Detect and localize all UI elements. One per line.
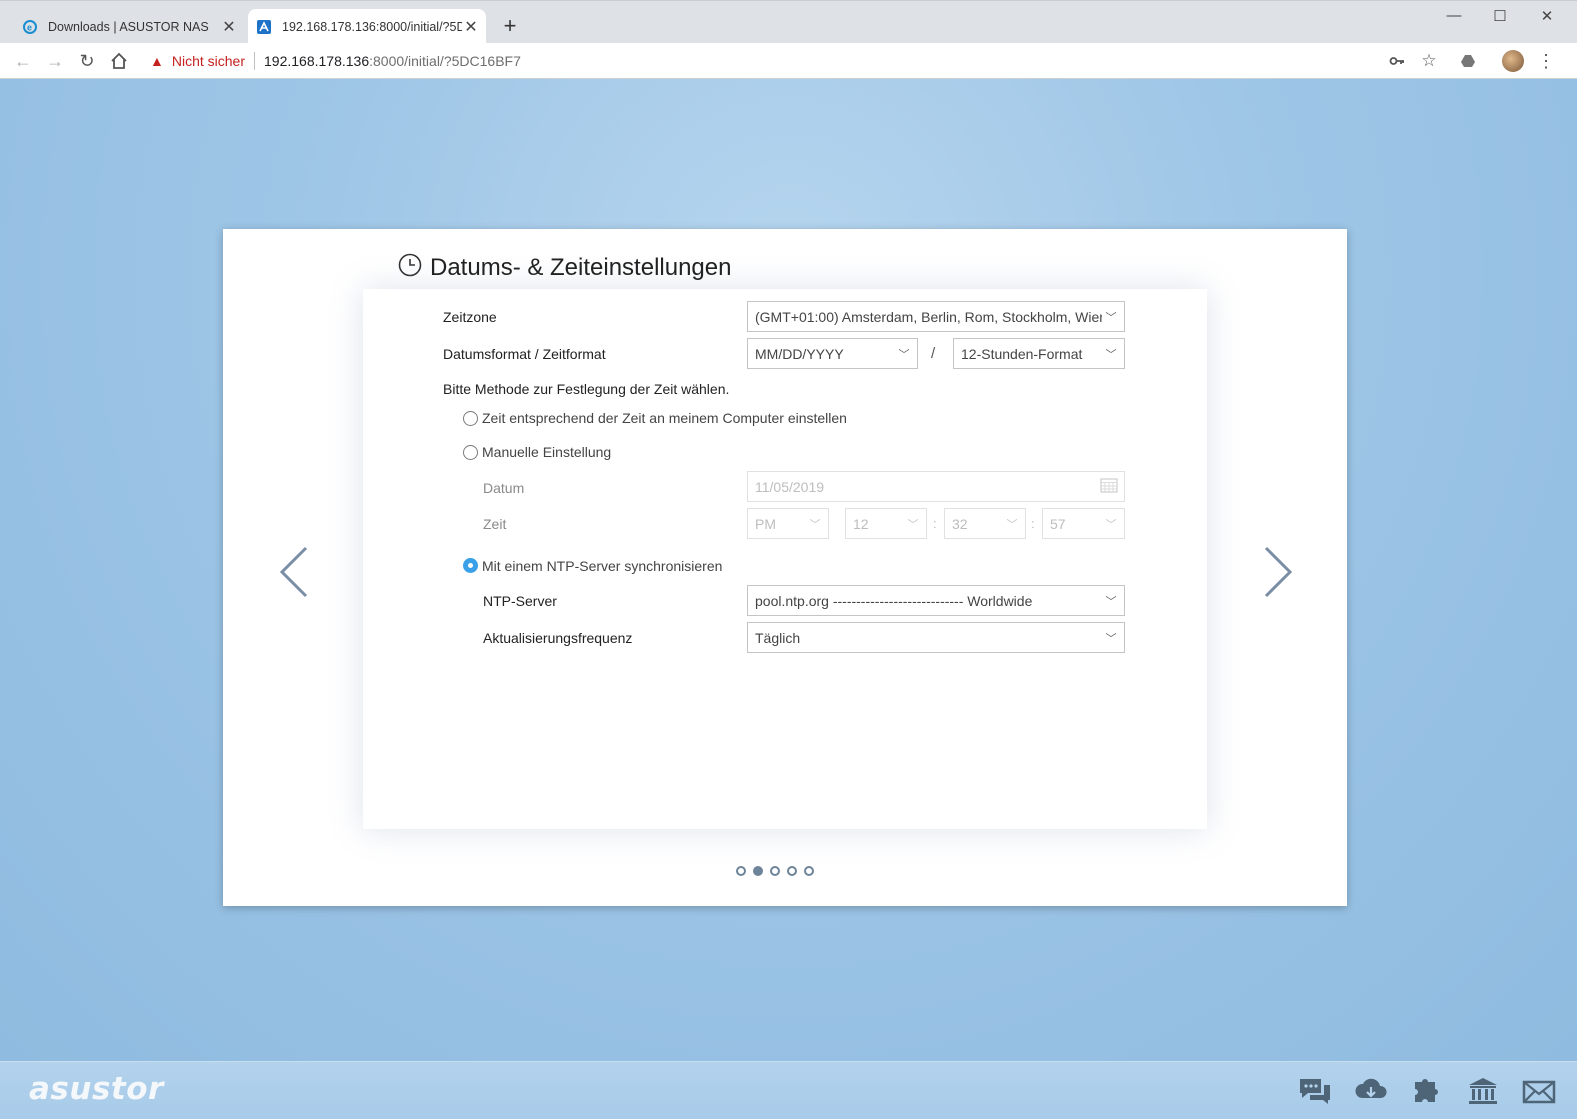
next-arrow-icon[interactable] <box>1256 544 1296 600</box>
time-format-select[interactable]: 12-Stunden-Format ﹀ <box>953 338 1125 369</box>
date-value: 11/05/2019 <box>755 478 825 495</box>
page-title: Datums- & Zeiteinstellungen <box>430 253 732 281</box>
time-colon: : <box>1031 516 1035 531</box>
format-label: Datumsformat / Zeitformat <box>443 346 606 362</box>
time-colon: : <box>933 516 937 531</box>
ntp-server-select[interactable]: pool.ntp.org ---------------------------… <box>747 585 1125 616</box>
puzzle-icon[interactable] <box>1409 1076 1445 1106</box>
tab-label: Downloads | ASUSTOR NAS <box>48 19 209 34</box>
second-value: 57 <box>1050 515 1066 532</box>
minimize-icon[interactable]: — <box>1437 7 1471 29</box>
prev-arrow-icon[interactable] <box>276 544 316 600</box>
asustor-logo: asustor <box>29 1071 164 1107</box>
chevron-down-icon: ﹀ <box>1105 518 1117 531</box>
time-label: Zeit <box>483 516 507 532</box>
close-window-icon[interactable]: ✕ <box>1530 7 1564 29</box>
drive-extension-icon[interactable] <box>1457 50 1479 72</box>
close-tab-icon[interactable]: ✕ <box>462 17 480 37</box>
timezone-label: Zeitzone <box>443 309 497 325</box>
page-dot[interactable] <box>770 866 780 876</box>
mail-icon[interactable] <box>1521 1076 1557 1106</box>
footer-bar: asustor <box>0 1061 1577 1119</box>
hour-select[interactable]: 12 ﹀ <box>845 508 927 539</box>
home-icon[interactable] <box>107 49 131 73</box>
wizard-card: Datums- & Zeiteinstellungen Zeitzone (GM… <box>223 229 1347 906</box>
chevron-down-icon: ﹀ <box>1105 595 1117 608</box>
ampm-select[interactable]: PM ﹀ <box>747 508 829 539</box>
back-icon[interactable]: ← <box>11 49 35 73</box>
radio-ntp-label[interactable]: Mit einem NTP-Server synchronisieren <box>482 558 722 574</box>
wizard-header: Datums- & Zeiteinstellungen <box>398 253 731 282</box>
calendar-icon[interactable] <box>1098 477 1120 496</box>
bank-icon[interactable] <box>1465 1076 1501 1106</box>
ie-favicon-icon: e <box>22 19 38 35</box>
asustor-favicon-icon <box>256 19 272 35</box>
browser-toolbar: ← → ↻ ▲ Nicht sicher 192.168.178.136 :80… <box>0 43 1577 79</box>
method-prompt: Bitte Methode zur Festlegung der Zeit wä… <box>443 381 730 397</box>
url-host: 192.168.178.136 <box>264 53 370 69</box>
page-dot[interactable] <box>804 866 814 876</box>
browser-tabbar: e Downloads | ASUSTOR NAS ✕ 192.168.178.… <box>0 0 1577 44</box>
chat-icon[interactable] <box>1297 1076 1333 1106</box>
warning-icon: ▲ <box>150 53 164 69</box>
update-frequency-label: Aktualisierungsfrequenz <box>483 630 633 646</box>
maximize-icon[interactable]: ☐ <box>1483 7 1517 29</box>
date-label: Datum <box>483 480 525 496</box>
chevron-down-icon: ﹀ <box>1105 348 1117 361</box>
radio-computer-time[interactable] <box>463 411 478 426</box>
chevron-down-icon: ﹀ <box>898 348 910 361</box>
reload-icon[interactable]: ↻ <box>75 49 99 73</box>
minute-value: 32 <box>952 515 968 532</box>
profile-avatar[interactable] <box>1502 50 1524 72</box>
minute-select[interactable]: 32 ﹀ <box>944 508 1026 539</box>
ampm-value: PM <box>755 515 776 532</box>
hour-value: 12 <box>853 515 869 532</box>
svg-text:e: e <box>27 22 32 32</box>
forward-icon[interactable]: → <box>43 49 67 73</box>
page-dot[interactable] <box>787 866 797 876</box>
chevron-down-icon: ﹀ <box>907 518 919 531</box>
page-dot[interactable] <box>736 866 746 876</box>
tab-initial[interactable]: 192.168.178.136:8000/initial/?5DC16BF7 ✕ <box>248 9 486 44</box>
date-format-select[interactable]: MM/DD/YYYY ﹀ <box>747 338 918 369</box>
radio-manual-label[interactable]: Manuelle Einstellung <box>482 444 611 460</box>
ntp-server-value: pool.ntp.org ---------------------------… <box>755 592 1033 609</box>
new-tab-button[interactable]: + <box>497 13 523 39</box>
timezone-value: (GMT+01:00) Amsterdam, Berlin, Rom, Stoc… <box>755 308 1102 325</box>
chevron-down-icon: ﹀ <box>1105 311 1117 324</box>
tab-label: 192.168.178.136:8000/initial/?5DC16BF7 <box>282 19 462 34</box>
close-tab-icon[interactable]: ✕ <box>220 17 238 37</box>
date-format-value: MM/DD/YYYY <box>755 345 844 362</box>
page-background: Datums- & Zeiteinstellungen Zeitzone (GM… <box>0 79 1577 1061</box>
radio-ntp[interactable] <box>463 558 478 573</box>
update-frequency-value: Täglich <box>755 629 801 646</box>
clock-icon <box>398 253 422 282</box>
time-format-value: 12-Stunden-Format <box>961 345 1083 362</box>
bookmark-star-icon[interactable]: ☆ <box>1418 50 1440 72</box>
timezone-select[interactable]: (GMT+01:00) Amsterdam, Berlin, Rom, Stoc… <box>747 301 1125 332</box>
address-bar[interactable]: ▲ Nicht sicher 192.168.178.136 :8000/ini… <box>144 47 1449 75</box>
radio-manual[interactable] <box>463 445 478 460</box>
format-separator: / <box>931 345 936 362</box>
chevron-down-icon: ﹀ <box>809 518 821 531</box>
divider <box>254 52 255 70</box>
radio-computer-label[interactable]: Zeit entsprechend der Zeit an meinem Com… <box>482 410 847 426</box>
page-indicator <box>736 866 814 876</box>
chevron-down-icon: ﹀ <box>1006 518 1018 531</box>
date-input[interactable]: 11/05/2019 <box>747 471 1125 502</box>
url-path: :8000/initial/?5DC16BF7 <box>369 53 521 69</box>
cloud-download-icon[interactable] <box>1353 1076 1389 1106</box>
tab-downloads[interactable]: e Downloads | ASUSTOR NAS ✕ <box>14 9 244 44</box>
menu-kebab-icon[interactable]: ⋮ <box>1535 50 1557 72</box>
second-select[interactable]: 57 ﹀ <box>1042 508 1125 539</box>
security-label: Nicht sicher <box>171 53 245 69</box>
page-dot-current[interactable] <box>753 866 763 876</box>
key-icon[interactable] <box>1386 50 1408 72</box>
update-frequency-select[interactable]: Täglich ﹀ <box>747 622 1125 653</box>
ntp-server-label: NTP-Server <box>483 593 557 609</box>
chevron-down-icon: ﹀ <box>1105 632 1117 645</box>
